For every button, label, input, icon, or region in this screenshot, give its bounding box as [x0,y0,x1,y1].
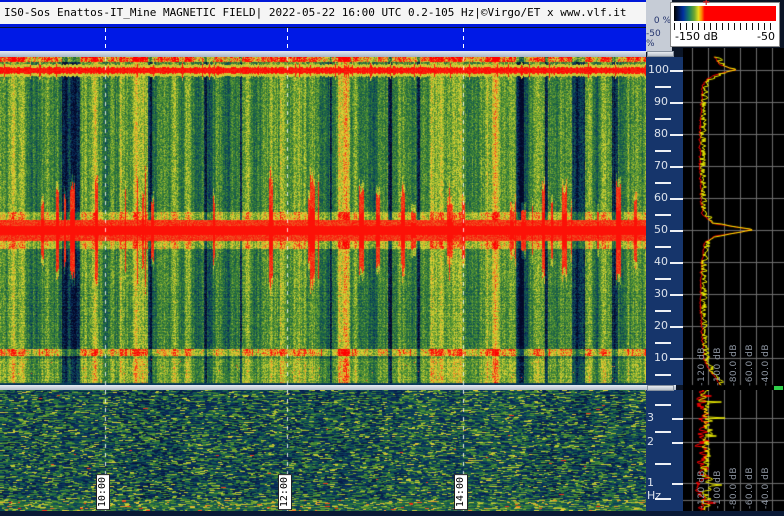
freq-tick-label: 90 [648,95,668,108]
freq-minor-tick [655,310,671,312]
status-tick-icon [774,386,783,390]
freq-tick-line [670,102,683,104]
color-scale-labels: -150 dB -50 [675,30,775,43]
freq-tick-label: 10 [648,351,668,364]
low-spectrum-panel: -120 dB -100 dB -80.0 dB -60.0 dB -40.0 dB [683,390,784,511]
freq-tick-label: 70 [648,159,668,172]
scrollbar-thumb-bottom[interactable] [647,385,674,391]
color-scale-ruler [674,23,776,30]
level-meter-max-label: 0 % [654,16,671,26]
freq-tick-label: 80 [648,127,668,140]
scrollbar-thumb-top[interactable] [647,51,674,57]
freq-tick-line [670,262,683,264]
freq-tick-label: 50 [648,223,668,236]
freq-minor-tick [655,118,671,120]
low-spectrogram-panel: 10:00 12:00 14:00 [0,390,646,511]
freq-tick-line [670,294,683,296]
freq-tick-label: 30 [648,287,668,300]
freq-tick-line [672,483,683,485]
time-label: 14:00 [454,474,468,510]
freq-minor-tick [655,278,671,280]
db-axis-label: -40.0 dB [761,344,771,386]
time-gridline [287,28,288,51]
main-spectrogram-canvas [0,57,646,385]
time-gridline [463,28,464,51]
freq-tick-line [670,230,683,232]
time-label: 10:00 [96,474,110,510]
color-scale-max-label: -50 [757,30,775,43]
freq-tick-line [670,70,683,72]
freq-minor-tick [655,86,671,88]
db-axis-label: -80.0 dB [729,467,739,509]
freq-minor-tick [655,404,671,406]
freq-tick-label: 40 [648,255,668,268]
freq-minor-tick [655,150,671,152]
freq-tick-label: 3 [647,411,671,424]
freq-minor-tick [655,246,671,248]
db-axis-label: -100 dB [713,347,723,386]
freq-tick-label: 2 [647,435,671,448]
freq-tick-line [670,358,683,360]
db-axis-label: -120 dB [697,347,707,386]
freq-minor-tick [655,498,671,500]
freq-minor-tick [655,463,671,465]
freq-minor-tick [655,342,671,344]
freq-tick-line [672,418,683,420]
db-axis-label: -80.0 dB [729,344,739,386]
main-frequency-axis: 100 90 80 70 60 50 40 30 20 10 [646,57,683,385]
freq-minor-tick [655,214,671,216]
db-axis-label: -60.0 dB [745,344,755,386]
main-spectrum-panel: -120 dB -100 dB -80.0 dB -60.0 dB -40.0 dB [683,48,784,390]
color-scale-marker-icon: + [702,0,710,6]
freq-tick-label: 20 [648,319,668,332]
color-scale-legend: -150 dB -50 [670,2,780,47]
freq-tick-line [670,134,683,136]
time-label: 12:00 [278,474,292,510]
db-axis-label: -100 dB [713,470,723,509]
main-spectrum-canvas [683,48,784,390]
freq-minor-tick [655,431,671,433]
color-scale-min-label: -150 dB [675,30,718,43]
status-strip [0,28,646,51]
db-axis-label: -40.0 dB [761,467,771,509]
color-scale-gradient [674,6,776,21]
freq-tick-line [670,326,683,328]
vlf-monitor-window: IS0-Sos Enattos-IT_Mine MAGNETIC FIELD| … [0,0,784,516]
freq-tick-label: 100 [648,63,668,76]
freq-minor-tick [655,182,671,184]
freq-tick-line [672,442,683,444]
db-axis-label: -120 dB [697,470,707,509]
level-meter-min-label: -50 % [646,29,671,49]
freq-tick-line [670,198,683,200]
freq-tick-label: 60 [648,191,668,204]
window-title: IS0-Sos Enattos-IT_Mine MAGNETIC FIELD| … [4,6,627,19]
time-gridline [105,28,106,51]
freq-tick-line [670,166,683,168]
low-frequency-axis: 321 Hz [646,390,683,511]
level-meter-labels: 0 % -50 % [646,0,672,52]
bottom-edge [0,511,784,516]
db-axis-label: -60.0 dB [745,467,755,509]
freq-minor-tick [655,374,671,376]
title-bar: IS0-Sos Enattos-IT_Mine MAGNETIC FIELD| … [0,0,646,27]
